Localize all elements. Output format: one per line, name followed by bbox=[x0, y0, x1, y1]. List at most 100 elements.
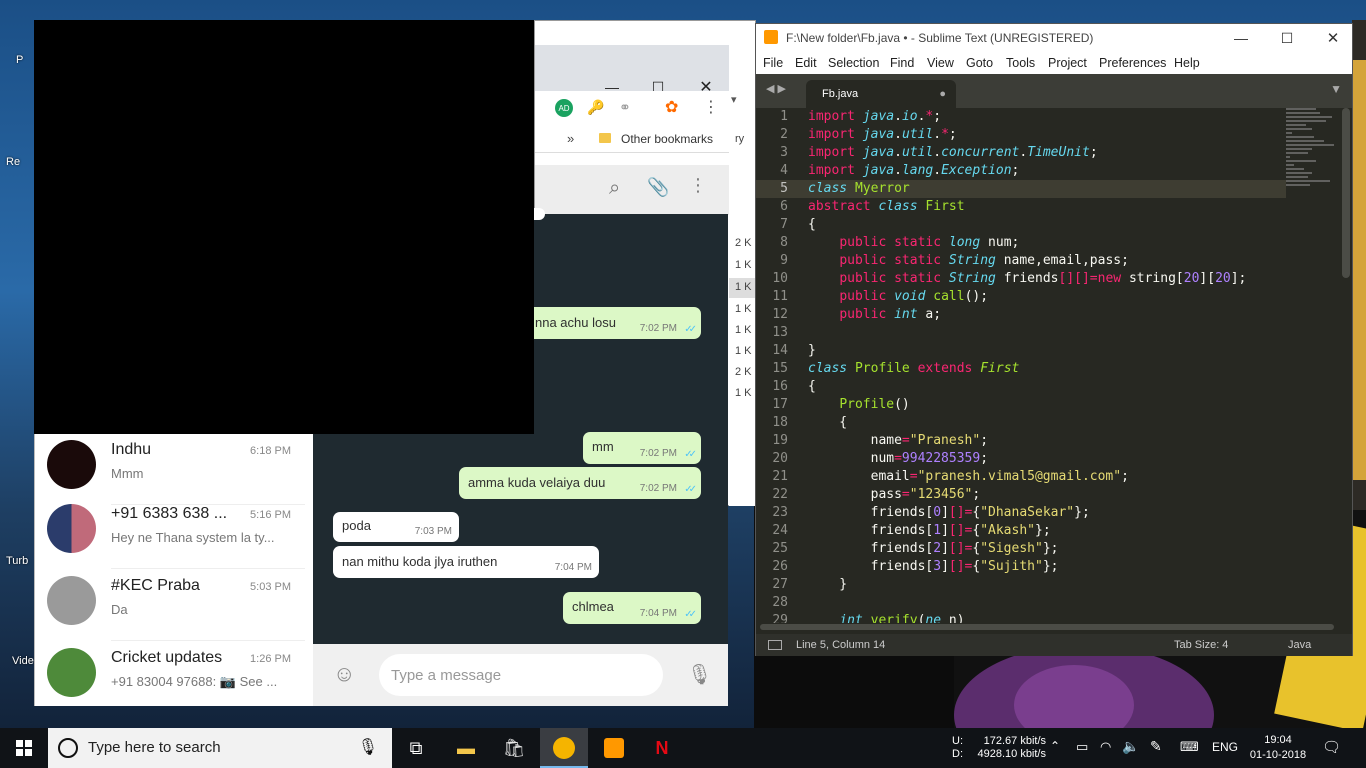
message-bubble-incoming[interactable]: poda 7:03 PM bbox=[333, 512, 459, 542]
volume-icon[interactable]: 🔈 bbox=[1122, 738, 1139, 755]
menu-goto[interactable]: Goto bbox=[966, 56, 993, 70]
message-bubble-outgoing[interactable]: nna achu losu 7:02 PM ✓✓ bbox=[521, 307, 701, 339]
code-line: 12 public int a; bbox=[772, 307, 942, 322]
task-view-icon[interactable]: ⧉ bbox=[392, 728, 440, 768]
tray-expand-icon[interactable]: ⌃ bbox=[1050, 739, 1060, 753]
chat-list-item[interactable]: Indhu Mmm 6:18 PM bbox=[35, 433, 313, 505]
netflix-icon[interactable]: N bbox=[638, 728, 686, 768]
menu-preferences[interactable]: Preferences bbox=[1099, 56, 1166, 70]
code-line: 11 public void call(); bbox=[772, 289, 989, 304]
menu-bar: File Edit Selection Find View Goto Tools… bbox=[756, 52, 1352, 74]
file-size-label: 1 K bbox=[735, 281, 752, 293]
net-down-speed: 4928.10 kbit/s bbox=[977, 748, 1047, 760]
extension-ad-icon[interactable]: AD bbox=[555, 99, 573, 117]
menu-tools[interactable]: Tools bbox=[1006, 56, 1035, 70]
chat-list-item[interactable]: Cricket updates +91 83004 97688: 📷 See .… bbox=[35, 641, 313, 713]
chat-preview: Hey ne Thana system la ty... bbox=[111, 530, 275, 545]
link-extension-icon[interactable]: ⚭ bbox=[619, 99, 631, 116]
message-bubble-outgoing[interactable]: chlmea 7:04 PM ✓✓ bbox=[563, 592, 701, 624]
code-line: 2 import java.util.*; bbox=[780, 127, 957, 142]
code-line: 8 public static long num; bbox=[780, 235, 1020, 250]
tab-label: Fb.java bbox=[822, 88, 859, 100]
chat-time: 6:18 PM bbox=[250, 445, 291, 457]
unsaved-dot-icon[interactable]: ● bbox=[939, 88, 946, 100]
menu-edit[interactable]: Edit bbox=[795, 56, 817, 70]
more-bookmarks-chevron[interactable]: » bbox=[567, 131, 574, 146]
vertical-scrollbar[interactable] bbox=[1342, 108, 1350, 278]
vpn-extension-icon[interactable]: ✿ bbox=[665, 97, 678, 117]
chat-preview: Mmm bbox=[111, 466, 144, 481]
code-line: 1 import java.io.*; bbox=[780, 109, 942, 124]
notifications-icon[interactable]: 🗨 bbox=[1322, 738, 1341, 756]
keyboard-icon[interactable]: ⌨ bbox=[1180, 739, 1199, 755]
net-down-label: D: bbox=[952, 748, 963, 760]
chat-list-item[interactable]: #KEC Praba Da 5:03 PM bbox=[35, 569, 313, 641]
clock[interactable]: 19:04 01-10-2018 bbox=[1248, 733, 1308, 763]
chat-name: +91 6383 638 ... bbox=[111, 505, 228, 522]
sublime-text-window[interactable]: F:\New folder\Fb.java • - Sublime Text (… bbox=[755, 23, 1353, 656]
close-button[interactable]: ✕ bbox=[1310, 27, 1356, 49]
message-bubble-incoming[interactable]: nan mithu koda jlya iruthen 7:04 PM bbox=[333, 546, 599, 578]
chat-list[interactable]: Indhu Mmm 6:18 PM +91 6383 638 ... Hey n… bbox=[35, 433, 313, 706]
tab-nav-arrows-icon[interactable]: ◀ ▶ bbox=[766, 82, 786, 95]
message-input[interactable] bbox=[379, 654, 663, 696]
code-line: 9 public static String name,email,pass; bbox=[780, 253, 1129, 268]
chat-menu-icon[interactable]: ⋮ bbox=[689, 175, 707, 196]
store-icon[interactable]: 🛍 bbox=[490, 728, 538, 768]
taskbar-search[interactable]: Type here to search 🎙 bbox=[48, 728, 392, 768]
browser-menu-icon[interactable]: ⋮ bbox=[703, 97, 719, 117]
code-line: 4 import java.lang.Exception; bbox=[780, 163, 1020, 178]
tab-size[interactable]: Tab Size: 4 bbox=[1174, 639, 1228, 651]
message-time: 7:02 PM bbox=[639, 323, 677, 334]
chat-list-item[interactable]: +91 6383 638 ... Hey ne Thana system la … bbox=[35, 497, 313, 569]
window-border bbox=[34, 434, 35, 706]
syntax-mode[interactable]: Java bbox=[1288, 639, 1311, 651]
code-line: 17 Profile() bbox=[772, 397, 910, 412]
minimize-button[interactable]: — bbox=[1218, 27, 1264, 49]
maximize-button[interactable]: ☐ bbox=[1264, 27, 1310, 49]
menu-selection[interactable]: Selection bbox=[828, 56, 879, 70]
menu-file[interactable]: File bbox=[763, 56, 783, 70]
clock-date: 01-10-2018 bbox=[1249, 749, 1307, 761]
menu-view[interactable]: View bbox=[927, 56, 954, 70]
avatar bbox=[47, 440, 96, 489]
chat-time: 1:26 PM bbox=[250, 653, 291, 665]
horizontal-scrollbar[interactable] bbox=[760, 624, 1334, 630]
code-line: 10 public static String friends[][]=new … bbox=[772, 271, 1247, 286]
menu-project[interactable]: Project bbox=[1048, 56, 1087, 70]
bookmarks-bar: » Other bookmarks bbox=[535, 125, 729, 153]
pen-icon[interactable]: ✎ bbox=[1150, 738, 1162, 755]
code-editor[interactable]: 1 import java.io.*; 2 import java.util.*; … bbox=[756, 108, 1352, 623]
battery-icon[interactable]: ▭ bbox=[1076, 739, 1088, 755]
black-overlay-window bbox=[34, 20, 534, 434]
file-explorer-icon[interactable]: ▬ bbox=[442, 728, 490, 768]
code-minimap[interactable] bbox=[1286, 108, 1336, 228]
message-text: nna achu losu bbox=[535, 315, 616, 330]
panel-toggle-icon[interactable] bbox=[768, 640, 782, 650]
search-icon[interactable]: ⌕ bbox=[609, 177, 620, 200]
tab-fb-java[interactable]: Fb.java ● bbox=[806, 80, 956, 108]
microphone-icon[interactable]: 🎙 bbox=[358, 737, 378, 757]
tab-dropdown-icon[interactable]: ▼ bbox=[1330, 82, 1342, 96]
key-extension-icon[interactable]: 🔑 bbox=[587, 99, 604, 116]
message-text: poda bbox=[342, 518, 371, 533]
sublime-taskbar-icon[interactable] bbox=[590, 728, 638, 768]
microphone-icon[interactable]: 🎙 bbox=[687, 662, 712, 687]
code-line: 7{ bbox=[780, 217, 816, 232]
emoji-icon[interactable]: ☺ bbox=[333, 661, 355, 687]
code-line: 16{ bbox=[772, 379, 816, 394]
code-line: 27 } bbox=[772, 577, 848, 592]
language-indicator[interactable]: ENG bbox=[1212, 740, 1238, 754]
start-button[interactable] bbox=[0, 728, 48, 768]
menu-help[interactable]: Help bbox=[1174, 56, 1200, 70]
message-bubble-outgoing[interactable]: amma kuda velaiya duu 7:02 PM ✓✓ bbox=[459, 467, 701, 499]
message-bubble-outgoing[interactable]: mm 7:02 PM ✓✓ bbox=[583, 432, 701, 464]
message-text: mm bbox=[592, 439, 614, 454]
chat-preview: +91 83004 97688: 📷 See ... bbox=[111, 674, 278, 689]
other-bookmarks-link[interactable]: Other bookmarks bbox=[621, 132, 713, 146]
menu-find[interactable]: Find bbox=[890, 56, 914, 70]
attach-icon[interactable]: 📎 bbox=[647, 177, 669, 198]
taskbar: Type here to search 🎙 ⧉ ▬ 🛍 N U: D: 172.… bbox=[0, 728, 1366, 768]
browser-taskbar-icon[interactable] bbox=[540, 728, 588, 768]
wifi-icon[interactable]: ◠ bbox=[1100, 739, 1111, 755]
